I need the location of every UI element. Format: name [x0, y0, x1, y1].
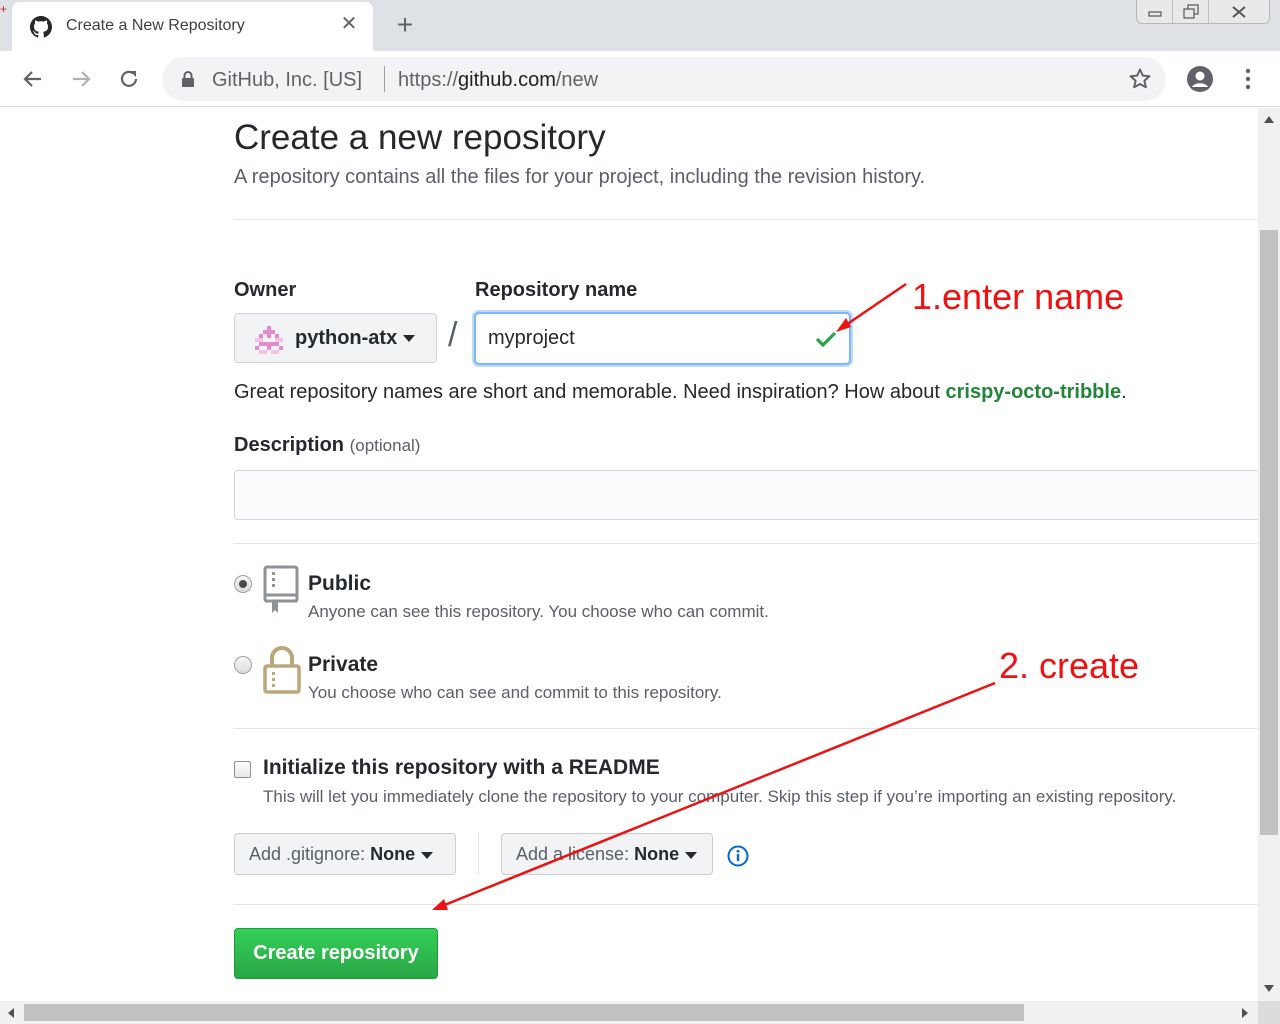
private-radio[interactable] — [234, 656, 252, 674]
divider — [234, 219, 1258, 220]
url-scheme: https:// — [398, 69, 459, 91]
window-controls — [1136, 0, 1270, 24]
menu-button[interactable] — [1234, 65, 1262, 93]
annotation-step2: 2. create — [999, 645, 1140, 686]
chevron-down-icon — [685, 851, 698, 859]
forward-arrow-icon — [73, 71, 91, 87]
check-icon — [815, 331, 837, 348]
scroll-down-icon[interactable] — [1263, 984, 1275, 994]
repo-book-icon — [263, 565, 299, 613]
chevron-down-icon — [403, 335, 416, 343]
github-icon — [30, 16, 52, 38]
license-label: Add a license: — [516, 844, 635, 864]
scroll-right-icon[interactable] — [1240, 1007, 1250, 1019]
owner-name: python-atx — [295, 327, 416, 350]
optional-tag: (optional) — [349, 436, 421, 455]
vertical-divider — [478, 833, 479, 875]
forward-button[interactable] — [67, 65, 95, 93]
divider — [234, 904, 1258, 905]
url-host: github.com — [458, 69, 556, 91]
gitignore-dropdown[interactable]: Add .gitignore: None — [234, 833, 456, 875]
restore-button[interactable] — [1173, 0, 1209, 23]
address-bar[interactable]: GitHub, Inc. [US] https://github.com/new — [162, 57, 1166, 101]
horizontal-scrollbar[interactable] — [0, 1001, 1258, 1024]
annotation-step1: 1.enter name — [912, 276, 1125, 317]
page-title: Create a new repository — [234, 118, 606, 157]
info-icon[interactable] — [727, 845, 749, 867]
browser-tab-bar: + Create a New Repository ✕ + — [0, 0, 1280, 51]
tab-title: Create a New Repository — [66, 17, 245, 34]
description-input[interactable] — [234, 470, 1258, 520]
lock-icon — [263, 646, 301, 694]
private-desc: You choose who can see and commit to thi… — [308, 683, 722, 702]
owner-value: python-atx — [295, 327, 398, 349]
page-content: Create a new repository A repository con… — [0, 108, 1258, 1001]
repo-name-label: Repository name — [475, 279, 638, 301]
gitignore-value: None — [370, 844, 416, 864]
scrollbar-corner — [1258, 1001, 1280, 1024]
description-label: Description (optional) — [234, 434, 420, 457]
name-hint: Great repository names are short and mem… — [234, 381, 1127, 404]
public-title: Public — [308, 572, 372, 595]
tab-close-icon[interactable]: ✕ — [338, 13, 360, 35]
back-button[interactable] — [19, 65, 47, 93]
scroll-up-icon[interactable] — [1263, 114, 1275, 124]
vertical-scroll-thumb[interactable] — [1260, 230, 1278, 835]
red-marker: + — [0, 2, 8, 16]
repo-name-field[interactable] — [474, 312, 851, 365]
owner-repo-separator: / — [448, 316, 458, 354]
divider — [234, 543, 1258, 544]
private-title: Private — [308, 653, 379, 676]
owner-avatar — [255, 326, 283, 354]
new-tab-button[interactable]: + — [392, 11, 418, 39]
minimize-button[interactable] — [1137, 0, 1173, 23]
reload-icon — [120, 70, 138, 87]
page-subtitle: A repository contains all the files for … — [234, 166, 926, 188]
back-arrow-icon — [23, 71, 41, 87]
url-text: https://github.com/new — [398, 69, 598, 92]
url-separator — [384, 66, 385, 92]
lock-icon — [182, 71, 194, 87]
owner-dropdown[interactable]: python-atx — [234, 313, 437, 363]
minimize-icon — [1147, 11, 1162, 17]
init-readme-desc: This will let you immediately clone the … — [263, 787, 1177, 806]
hint-text: Great repository names are short and mem… — [234, 381, 946, 403]
public-desc: Anyone can see this repository. You choo… — [308, 602, 769, 621]
reload-button[interactable] — [115, 65, 143, 93]
scroll-left-icon[interactable] — [6, 1007, 16, 1019]
browser-tab[interactable]: Create a New Repository ✕ — [12, 2, 373, 51]
hint-suffix: . — [1121, 381, 1127, 403]
close-icon — [1232, 6, 1246, 18]
public-radio[interactable] — [234, 575, 252, 593]
chevron-down-icon — [421, 851, 434, 859]
close-window-button[interactable] — [1209, 0, 1269, 23]
name-suggestion[interactable]: crispy-octo-tribble — [945, 381, 1121, 403]
init-readme-checkbox[interactable] — [234, 761, 251, 778]
site-identity: GitHub, Inc. [US] — [212, 69, 363, 91]
repo-name-input[interactable] — [476, 314, 849, 363]
create-repository-button[interactable]: Create repository — [234, 928, 438, 979]
license-dropdown[interactable]: Add a license: None — [501, 833, 713, 875]
vertical-scrollbar[interactable] — [1258, 108, 1280, 1001]
restore-icon — [1182, 4, 1199, 19]
more-vert-icon — [1245, 68, 1251, 90]
account-icon — [1187, 66, 1213, 92]
horizontal-scroll-thumb[interactable] — [24, 1004, 1024, 1021]
description-label-text: Description — [234, 434, 345, 456]
owner-label: Owner — [234, 279, 297, 301]
url-path: /new — [555, 69, 599, 91]
browser-toolbar: GitHub, Inc. [US] https://github.com/new — [0, 51, 1280, 107]
bookmark-star-icon[interactable] — [1128, 67, 1152, 91]
init-readme-title: Initialize this repository with a README — [263, 756, 660, 779]
gitignore-label: Add .gitignore: — [249, 844, 371, 864]
license-value: None — [634, 844, 680, 864]
divider — [234, 728, 1258, 729]
profile-button[interactable] — [1186, 65, 1214, 93]
